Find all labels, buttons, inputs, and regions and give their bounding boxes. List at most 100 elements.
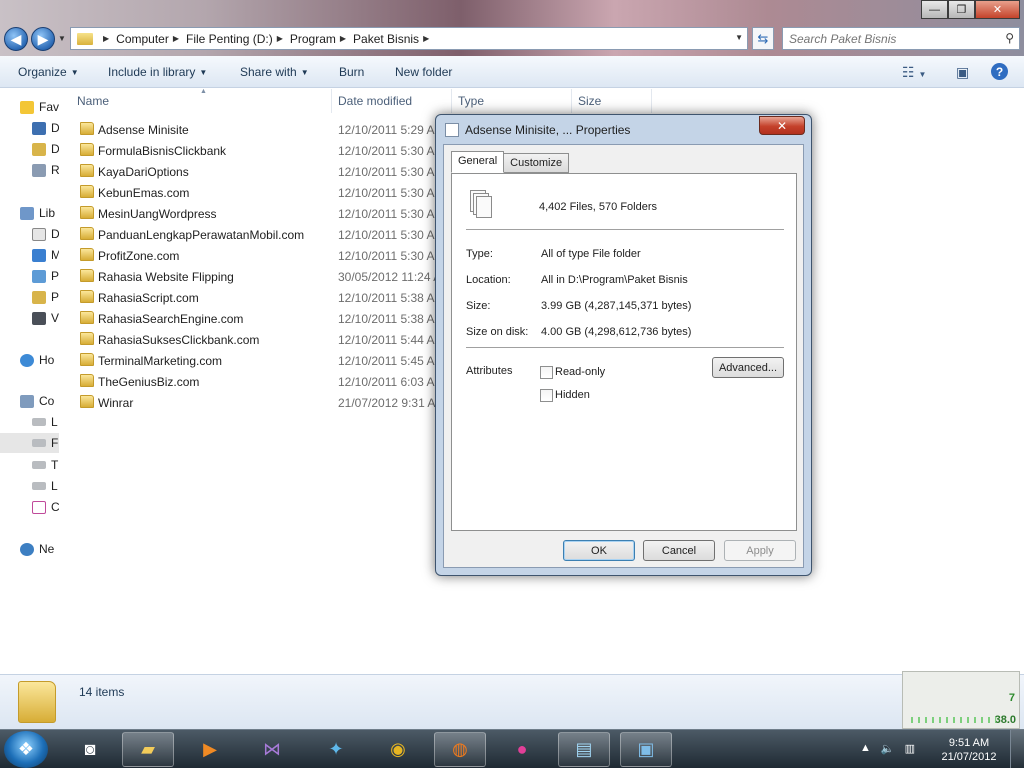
dialog-close-button[interactable]: ✕ (759, 116, 805, 135)
advanced-button[interactable]: Advanced... (712, 357, 784, 378)
close-button[interactable]: ✕ (975, 0, 1020, 19)
file-date-modified: 12/10/2011 5:44 AM (338, 333, 445, 347)
column-header-size[interactable]: Size (572, 89, 652, 113)
file-folder-summary: 4,402 Files, 570 Folders (539, 201, 658, 213)
recent-pages-dropdown[interactable]: ▼ (58, 34, 66, 43)
taskbar-chrome[interactable]: ◉ (372, 732, 424, 767)
taskbar-explorer[interactable]: ▰ (122, 732, 174, 767)
chrome-icon: ◉ (390, 739, 406, 759)
folder-icon (80, 374, 94, 387)
taskbar-visual-studio[interactable]: ⋈ (246, 732, 298, 767)
gadget-value-bottom: 38.0 (994, 714, 1016, 726)
minimize-button[interactable]: — (921, 0, 948, 19)
show-hidden-icons-icon[interactable]: ▲ (860, 742, 871, 755)
nav-drive-file-penting[interactable]: F (0, 433, 59, 453)
cancel-button[interactable]: Cancel (643, 540, 715, 561)
column-header-date-modified[interactable]: Date modified (332, 89, 452, 113)
nav-recent[interactable]: R (32, 160, 59, 180)
firefox-icon: ◍ (452, 739, 468, 759)
network-status-icon[interactable]: ▥ (905, 742, 915, 755)
burn-button[interactable]: Burn (339, 65, 364, 79)
hidden-checkbox[interactable] (540, 389, 553, 402)
navigation-row: ◀ ▶ ▼ ▶ Computer ▶ File Penting (D:) ▶ Pro… (0, 24, 1024, 54)
ok-button[interactable]: OK (563, 540, 635, 561)
breadcrumb-program[interactable]: Program ▶ (290, 32, 353, 46)
nav-podcasts[interactable]: P (32, 287, 59, 307)
nav-pictures[interactable]: P (32, 266, 59, 286)
new-folder-button[interactable]: New folder (395, 65, 452, 79)
back-button[interactable]: ◀ (4, 27, 28, 51)
search-box[interactable]: ⚲ (782, 27, 1020, 50)
show-desktop-button[interactable] (1010, 730, 1024, 768)
tab-general[interactable]: General (451, 151, 505, 173)
preview-pane-icon[interactable]: ▣ (956, 64, 969, 81)
chevron-right-icon[interactable]: ▶ (340, 34, 346, 43)
drive-icon (32, 439, 46, 447)
clock[interactable]: 9:51 AM 21/07/2012 (936, 736, 1002, 764)
breadcrumb-paket-bisnis[interactable]: Paket Bisnis ▶ (353, 32, 436, 46)
apply-button[interactable]: Apply (724, 540, 796, 561)
nav-documents[interactable]: D (32, 224, 59, 244)
organize-menu[interactable]: Organize ▼ (18, 65, 79, 79)
column-header-name[interactable]: Name ▲ (60, 88, 332, 113)
nav-favorites[interactable]: Fav (20, 97, 59, 117)
nav-videos[interactable]: V (32, 308, 59, 328)
include-in-library-menu[interactable]: Include in library ▼ (108, 65, 207, 79)
nav-drive-c[interactable]: C (32, 497, 59, 517)
network-meter-gadget[interactable]: 7 38.0 (902, 671, 1020, 729)
nav-drive-local[interactable]: L (32, 412, 58, 432)
readonly-label[interactable]: Read-only (555, 366, 605, 378)
nav-downloads[interactable]: D (32, 139, 59, 159)
desktop-icon (32, 121, 46, 135)
nav-desktop[interactable]: D (32, 118, 59, 138)
chevron-down-icon: ▼ (70, 67, 79, 77)
folder-icon (80, 164, 94, 177)
address-bar[interactable]: ▶ Computer ▶ File Penting (D:) ▶ Program ▶ … (70, 27, 748, 50)
breadcrumb-computer[interactable]: Computer ▶ (116, 32, 186, 46)
taskbar-firefox[interactable]: ◍ (434, 732, 486, 767)
view-options-icon[interactable]: ☷ ▼ (902, 64, 926, 81)
nav-computer[interactable]: Co (20, 391, 54, 411)
tab-customize[interactable]: Customize (503, 153, 570, 173)
taskbar-performance-app[interactable]: ◙ (64, 732, 116, 767)
chevron-right-icon[interactable]: ▶ (173, 34, 179, 43)
chevron-right-icon[interactable]: ▶ (103, 34, 109, 43)
taskbar-smartfren[interactable]: ● (496, 732, 548, 767)
search-icon[interactable]: ⚲ (1005, 31, 1014, 45)
file-name: RahasiaScript.com (98, 291, 199, 305)
search-input[interactable] (783, 28, 983, 49)
folder-icon (80, 311, 94, 324)
taskbar-twitter[interactable]: ✦ (310, 732, 362, 767)
share-with-menu[interactable]: Share with ▼ (240, 65, 309, 79)
readonly-checkbox[interactable] (540, 366, 553, 379)
nav-music[interactable]: M (32, 245, 59, 265)
folder-icon (80, 269, 94, 282)
taskbar-media-player[interactable]: ▶ (184, 732, 236, 767)
forward-button[interactable]: ▶ (31, 27, 55, 51)
column-header-type[interactable]: Type (452, 89, 572, 113)
clock-time: 9:51 AM (948, 737, 990, 749)
chevron-right-icon[interactable]: ▶ (423, 34, 429, 43)
file-name: TheGeniusBiz.com (98, 375, 200, 389)
refresh-button[interactable]: ⇆ (752, 27, 774, 50)
folder-icon (80, 122, 94, 135)
modem-drive-icon (32, 500, 46, 514)
nav-drive-l[interactable]: L (32, 476, 58, 496)
refresh-icon: ⇆ (757, 30, 769, 46)
breadcrumb-drive[interactable]: File Penting (D:) ▶ (186, 32, 290, 46)
taskbar-pictures[interactable]: ▣ (620, 732, 672, 767)
taskbar-notepad[interactable]: ▤ (558, 732, 610, 767)
nav-network[interactable]: Ne (20, 539, 54, 559)
volume-icon[interactable]: 🔈 (881, 742, 895, 755)
nav-libraries[interactable]: Lib (20, 203, 55, 223)
start-button[interactable]: ❖ (4, 731, 48, 768)
nav-drive-t[interactable]: T (32, 455, 58, 475)
hidden-label[interactable]: Hidden (555, 389, 590, 401)
address-history-dropdown[interactable]: ▼ (735, 33, 743, 42)
file-name: RahasiaSuksesClickbank.com (98, 333, 260, 347)
help-icon[interactable]: ? (991, 63, 1008, 80)
size-on-disk-label: Size on disk: (466, 326, 529, 338)
nav-homegroup[interactable]: Ho (20, 350, 54, 370)
chevron-right-icon[interactable]: ▶ (277, 34, 283, 43)
maximize-button[interactable]: ❐ (948, 0, 975, 19)
